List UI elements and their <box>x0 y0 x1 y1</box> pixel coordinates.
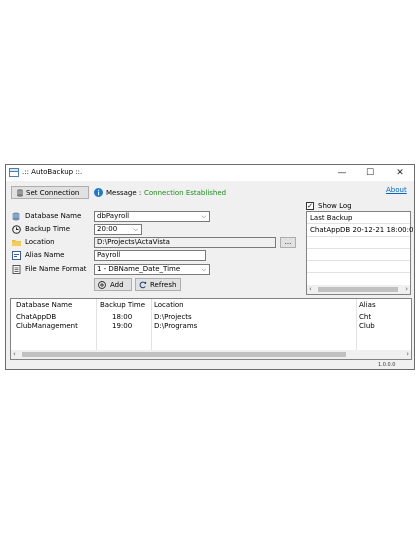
chevron-down-icon: ⌵ <box>201 266 206 273</box>
alias-icon <box>12 251 21 260</box>
database-name-select[interactable]: dbPayroll ⌵ <box>94 211 210 222</box>
database-icon <box>12 212 20 221</box>
log-entry: ChatAppDB 20-12-21 18:00:0 <box>310 226 414 234</box>
log-horizontal-scrollbar[interactable]: ‹ › <box>307 285 410 294</box>
chevron-down-icon: ⌵ <box>201 213 206 220</box>
database-name-value: dbPayroll <box>97 212 130 220</box>
scroll-left-icon[interactable]: ‹ <box>13 350 16 359</box>
window-title: .:: AutoBackup ::. <box>22 168 83 176</box>
database-name-label: Database Name <box>25 212 82 220</box>
location-value: D:\Projects\ActaVista <box>97 238 170 246</box>
browse-button[interactable]: ... <box>280 237 296 248</box>
folder-icon <box>12 240 21 246</box>
file-name-format-label: File Name Format <box>25 265 87 273</box>
message-value: Connection Established <box>144 189 227 197</box>
refresh-button[interactable]: Refresh <box>135 278 181 291</box>
title-bar: .:: AutoBackup ::. — ☐ ✕ <box>6 165 414 181</box>
plus-circle-icon <box>98 281 106 289</box>
scroll-right-icon[interactable]: › <box>405 285 408 294</box>
file-name-format-select[interactable]: 1 - DBName_Date_Time ⌵ <box>94 264 210 275</box>
info-icon <box>94 188 103 197</box>
divider <box>307 236 410 237</box>
cell-location: D:\Programs <box>154 322 198 330</box>
scroll-thumb[interactable] <box>22 352 346 357</box>
about-link[interactable]: About <box>386 186 407 194</box>
clock-icon <box>12 225 21 234</box>
location-label: Location <box>25 238 55 246</box>
cell-database-name: ClubManagement <box>16 322 78 330</box>
scroll-right-icon[interactable]: › <box>406 350 409 359</box>
add-button[interactable]: Add <box>94 278 132 291</box>
autobackup-window: .:: AutoBackup ::. — ☐ ✕ Set Connection … <box>5 164 415 370</box>
alias-name-field[interactable]: Payroll <box>94 250 206 261</box>
file-name-format-value: 1 - DBName_Date_Time <box>97 265 181 273</box>
table-horizontal-scrollbar[interactable]: ‹ › <box>11 350 411 359</box>
set-connection-label: Set Connection <box>26 189 80 197</box>
alias-name-value: Payroll <box>97 251 121 259</box>
column-divider <box>96 299 97 351</box>
database-connect-icon <box>17 189 23 197</box>
cell-location: D:\Projects <box>154 313 192 321</box>
backup-table[interactable]: Database Name Backup Time Location Alias… <box>10 298 412 360</box>
divider <box>307 272 410 273</box>
set-connection-button[interactable]: Set Connection <box>11 186 89 199</box>
cell-backup-time: 19:00 <box>112 322 133 330</box>
chevron-down-icon: ⌵ <box>133 226 138 233</box>
log-panel[interactable]: Last Backup ChatAppDB 20-12-21 18:00:0 ‹… <box>306 211 414 295</box>
document-icon <box>12 265 21 274</box>
close-button[interactable]: ✕ <box>386 166 414 180</box>
divider <box>307 260 410 261</box>
column-header-location[interactable]: Location <box>154 301 184 309</box>
add-label: Add <box>110 281 124 289</box>
alias-name-label: Alias Name <box>25 251 65 259</box>
show-log-checkbox[interactable]: ✓ <box>306 202 314 210</box>
app-icon <box>9 168 19 177</box>
column-header-alias[interactable]: Alias <box>359 301 376 309</box>
message-label: Message : <box>106 189 142 197</box>
column-header-database-name[interactable]: Database Name <box>16 301 72 309</box>
column-header-backup-time[interactable]: Backup Time <box>100 301 145 309</box>
backup-time-value: 20:00 <box>97 225 118 233</box>
backup-time-select[interactable]: 20:00 ⌵ <box>94 224 142 235</box>
cell-alias: Cht <box>359 313 372 321</box>
divider <box>307 248 410 249</box>
cell-alias: Club <box>359 322 375 330</box>
refresh-label: Refresh <box>150 281 177 289</box>
column-divider <box>356 299 357 351</box>
show-log-label: Show Log <box>318 202 352 210</box>
minimize-button[interactable]: — <box>328 166 356 180</box>
location-field[interactable]: D:\Projects\ActaVista <box>94 237 276 248</box>
log-header: Last Backup <box>310 214 353 222</box>
version-label: 1.0.0.0 <box>378 362 396 368</box>
cell-database-name: ChatAppDB <box>16 313 57 321</box>
scroll-thumb[interactable] <box>318 287 398 292</box>
scroll-left-icon[interactable]: ‹ <box>309 285 312 294</box>
maximize-button[interactable]: ☐ <box>356 166 384 180</box>
backup-time-label: Backup Time <box>25 225 71 233</box>
cell-backup-time: 18:00 <box>112 313 133 321</box>
refresh-icon <box>139 281 147 289</box>
column-divider <box>151 299 152 351</box>
divider <box>307 223 410 224</box>
